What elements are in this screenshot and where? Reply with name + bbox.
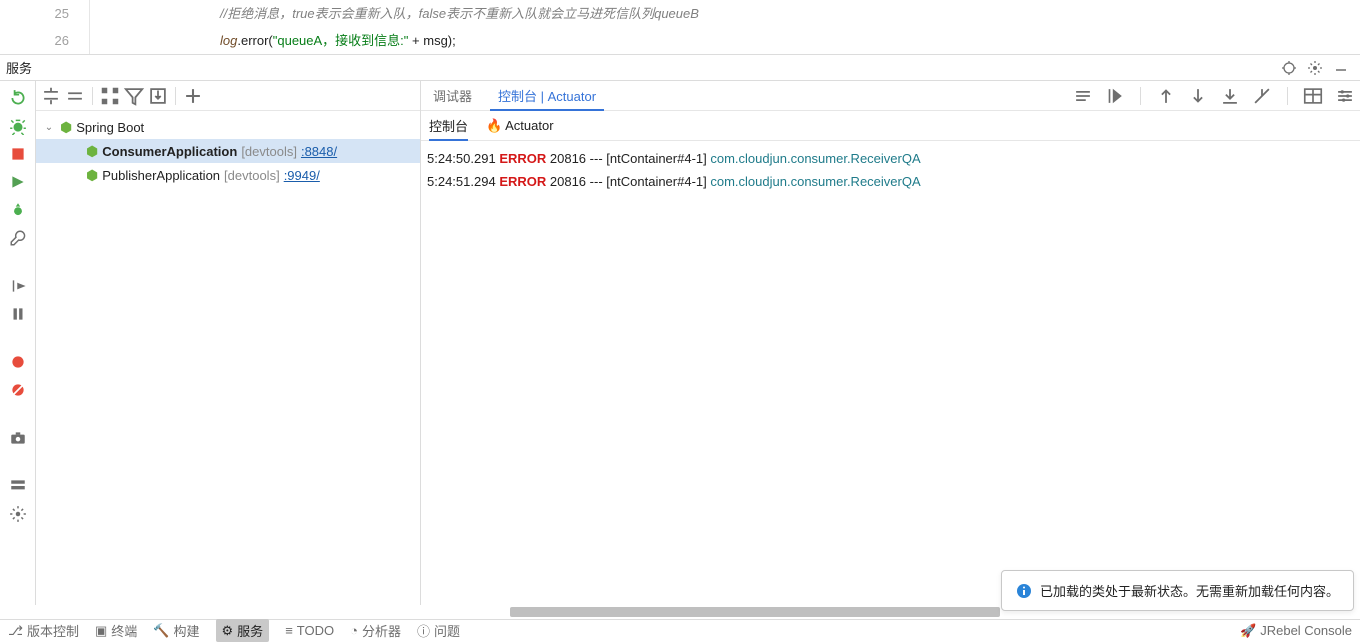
services-title: 服务 <box>6 58 32 77</box>
group-icon[interactable] <box>99 85 121 107</box>
console-subtabs: 控制台 🔥 Actuator <box>421 111 1360 141</box>
table-icon[interactable] <box>1302 85 1324 107</box>
tree-app-consumer[interactable]: ⬢ ConsumerApplication [devtools] :8848/ <box>36 139 420 163</box>
add-icon[interactable] <box>182 85 204 107</box>
debug-bug-icon[interactable] <box>9 117 27 135</box>
log-line: 5:24:51.294 ERROR 20816 --- [ntContainer… <box>427 170 1354 193</box>
settings2-icon[interactable] <box>1334 85 1356 107</box>
console-panel: 调试器 控制台 | Actuator 控制台 🔥 Actuator 5:24:5… <box>421 81 1360 605</box>
status-vcs[interactable]: ⎇ 版本控制 <box>8 621 79 640</box>
scroll-to-end-icon[interactable] <box>1104 85 1126 107</box>
mute-breakpoints-icon[interactable] <box>9 353 27 371</box>
app-name: PublisherApplication <box>102 168 220 183</box>
springboot-app-icon: ⬢ <box>86 143 98 160</box>
expand-all-icon[interactable] <box>40 85 62 107</box>
down-arrow-icon[interactable] <box>1187 85 1209 107</box>
run-area: ⌄ ⬢ Spring Boot ⬢ ConsumerApplication [d… <box>0 81 1360 605</box>
minimize-icon[interactable] <box>1328 55 1354 81</box>
disabled-breakpoints-icon[interactable] <box>9 381 27 399</box>
hot-swap-icon[interactable] <box>9 201 27 219</box>
wrench-icon[interactable] <box>9 229 27 247</box>
camera-icon[interactable] <box>9 429 27 447</box>
app-port-link[interactable]: :8848/ <box>301 144 337 159</box>
devtools-tag: [devtools] <box>241 144 297 159</box>
status-problems[interactable]: ⓘ 问题 <box>417 621 460 640</box>
springboot-icon: ⬢ <box>60 119 72 136</box>
status-jrebel[interactable]: 🚀 JRebel Console <box>1240 623 1352 639</box>
tab-console-actuator[interactable]: 控制台 | Actuator <box>490 81 604 111</box>
collapse-all-icon[interactable] <box>64 85 86 107</box>
console-output[interactable]: 5:24:50.291 ERROR 20816 --- [ntContainer… <box>421 141 1360 605</box>
rerun-icon[interactable] <box>9 89 27 107</box>
tab-debugger[interactable]: 调试器 <box>425 81 480 111</box>
status-build[interactable]: 🔨 构建 <box>153 621 199 640</box>
export-icon[interactable] <box>1219 85 1241 107</box>
status-terminal[interactable]: ▣ 终端 <box>95 621 137 640</box>
tree-app-publisher[interactable]: ⬢ PublisherApplication [devtools] :9949/ <box>36 163 420 187</box>
notification-popup[interactable]: 已加载的类处于最新状态。无需重新加载任何内容。 <box>1001 570 1354 611</box>
chevron-down-icon[interactable]: ⌄ <box>42 122 56 133</box>
pause-icon[interactable] <box>9 305 27 323</box>
step-icon[interactable] <box>9 277 27 295</box>
services-header: 服务 <box>0 55 1360 81</box>
springboot-app-icon: ⬢ <box>86 167 98 184</box>
status-bar: ⎇ 版本控制 ▣ 终端 🔨 构建 ⚙ 服务 ≡ TODO ◔ 分析器 ⓘ 问题 … <box>0 619 1360 641</box>
code-editor[interactable]: 25 26 //拒绝消息，true表示会重新入队，false表示不重新入队就会立… <box>0 0 1360 55</box>
gear-icon[interactable] <box>1302 55 1328 81</box>
up-arrow-icon[interactable] <box>1155 85 1177 107</box>
tree-toolbar <box>36 81 420 111</box>
code-line: log.error("queueA，接收到信息:" + msg); <box>220 27 1360 54</box>
devtools-tag: [devtools] <box>224 168 280 183</box>
config-tree[interactable]: ⌄ ⬢ Spring Boot ⬢ ConsumerApplication [d… <box>36 111 420 187</box>
subtab-actuator[interactable]: 🔥 Actuator <box>486 118 554 134</box>
console-toolbar: 调试器 控制台 | Actuator <box>421 81 1360 111</box>
status-profiler[interactable]: ◔ 分析器 <box>350 621 401 640</box>
run-action-toolbar <box>0 81 36 605</box>
code-area[interactable]: //拒绝消息，true表示会重新入队，false表示不重新入队就会立马进死信队列… <box>90 0 1360 54</box>
app-name: ConsumerApplication <box>102 144 237 159</box>
code-line: //拒绝消息，true表示会重新入队，false表示不重新入队就会立马进死信队列… <box>220 0 1360 27</box>
flame-icon: 🔥 <box>486 118 502 133</box>
scrollbar-thumb[interactable] <box>510 607 1000 617</box>
clear-icon[interactable] <box>1251 85 1273 107</box>
tree-root-label: Spring Boot <box>76 120 144 135</box>
run-config-tree-panel: ⌄ ⬢ Spring Boot ⬢ ConsumerApplication [d… <box>36 81 421 605</box>
status-todo[interactable]: ≡ TODO <box>285 623 334 638</box>
notification-text: 已加载的类处于最新状态。无需重新加载任何内容。 <box>1040 581 1339 600</box>
settings-icon[interactable] <box>9 505 27 523</box>
app-port-link[interactable]: :9949/ <box>284 168 320 183</box>
stop-icon[interactable] <box>9 145 27 163</box>
info-icon <box>1016 583 1032 599</box>
status-services[interactable]: ⚙ 服务 <box>216 619 270 642</box>
restart-icon[interactable] <box>9 173 27 191</box>
locate-icon[interactable] <box>1276 55 1302 81</box>
log-line: 5:24:50.291 ERROR 20816 --- [ntContainer… <box>427 147 1354 170</box>
filter-icon[interactable] <box>123 85 145 107</box>
layout-icon[interactable] <box>9 477 27 495</box>
softwrap-icon[interactable] <box>1072 85 1094 107</box>
import-icon[interactable] <box>147 85 169 107</box>
line-gutter: 25 26 <box>0 0 90 54</box>
tree-root-springboot[interactable]: ⌄ ⬢ Spring Boot <box>36 115 420 139</box>
subtab-console[interactable]: 控制台 <box>429 116 468 141</box>
